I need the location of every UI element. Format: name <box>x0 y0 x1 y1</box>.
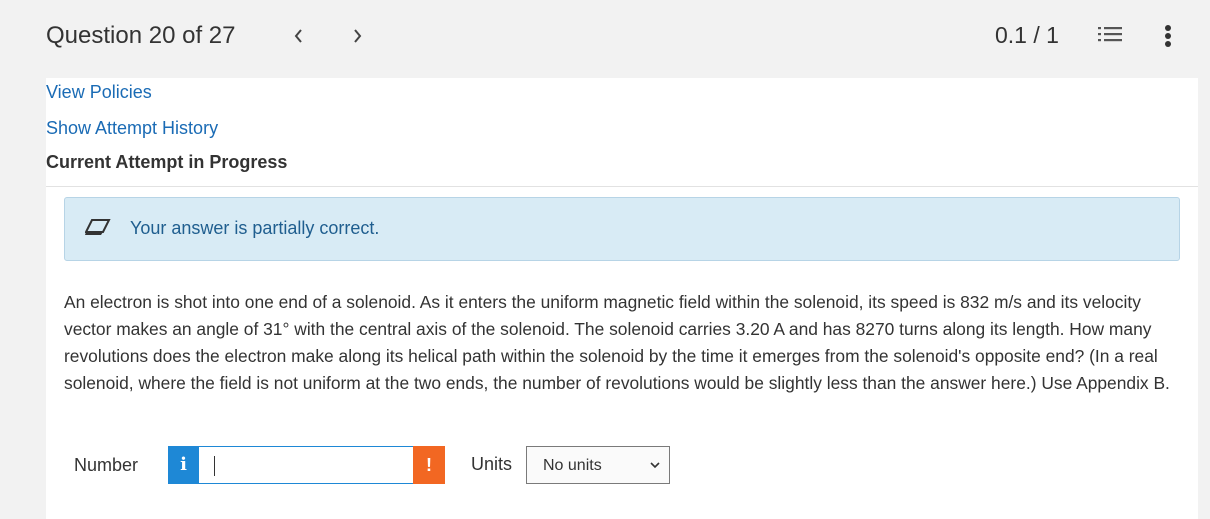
current-attempt-heading: Current Attempt in Progress <box>46 152 288 172</box>
text-cursor <box>214 456 215 476</box>
chevron-down-icon <box>650 462 660 469</box>
show-attempt-history-link[interactable]: Show Attempt History <box>46 116 218 152</box>
warning-button[interactable]: ! <box>413 446 445 484</box>
question-counter: Question 20 of 27 <box>46 22 236 49</box>
top-bar: Question 20 of 27 0.1 / 1 <box>0 0 1210 74</box>
question-text: An electron is shot into one end of a so… <box>64 292 1170 393</box>
feedback-text: Your answer is partially correct. <box>130 218 380 238</box>
divider <box>46 186 1198 187</box>
attempt-links: View Policies Show Attempt History <box>46 80 218 152</box>
chevron-left-icon <box>294 29 302 43</box>
score-display: 0.1 / 1 <box>995 22 1059 48</box>
question-list-button[interactable] <box>1096 22 1126 50</box>
chevron-right-icon <box>354 29 362 43</box>
previous-question-button[interactable] <box>286 22 310 50</box>
info-button[interactable]: i <box>168 446 199 484</box>
numbered-list-icon <box>1098 27 1122 42</box>
number-label: Number <box>74 455 139 475</box>
eraser-icon <box>85 219 111 235</box>
view-policies-link[interactable]: View Policies <box>46 80 218 116</box>
units-label: Units <box>471 454 513 474</box>
units-dropdown[interactable]: No units <box>526 446 670 484</box>
feedback-banner: Your answer is partially correct. <box>64 197 1180 261</box>
vertical-ellipsis-icon <box>1165 25 1171 47</box>
number-input[interactable] <box>199 446 428 484</box>
units-selected-value: No units <box>543 457 602 474</box>
next-question-button[interactable] <box>346 22 370 50</box>
more-options-button[interactable] <box>1158 20 1178 52</box>
